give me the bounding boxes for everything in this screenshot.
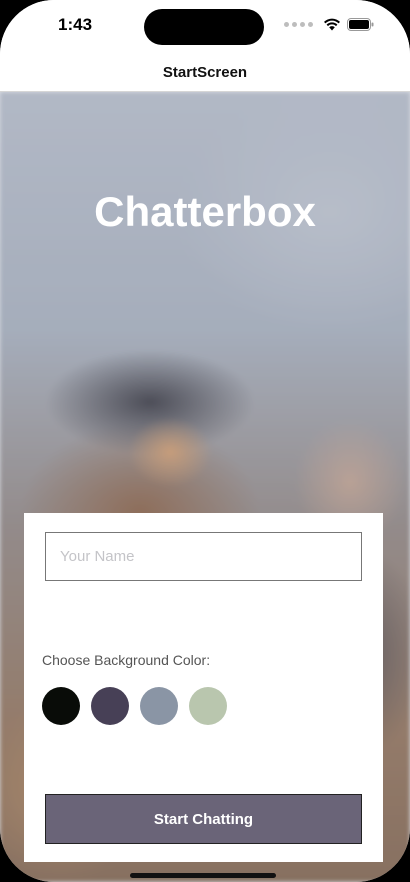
start-form-card: Choose Background Color: Start Chatting [24,513,383,862]
status-bar: 1:43 [0,0,410,54]
navigation-bar: StartScreen [0,54,410,92]
background-image: Chatterbox Choose Background Color: Star… [0,92,410,882]
device-frame: 1:43 StartScreen Chatterbox C [0,0,410,882]
color-swatch-sage-green[interactable] [189,687,227,725]
cellular-signal-icon [284,22,313,27]
name-input[interactable] [45,532,362,581]
nav-title: StartScreen [162,64,248,81]
home-indicator [130,873,276,878]
start-chatting-label: Start Chatting [153,810,254,828]
color-swatch-black[interactable] [42,687,80,725]
status-time: 1:43 [58,15,93,34]
color-swatch-slate-gray[interactable] [140,687,178,725]
status-icons [284,18,374,31]
color-swatch-dark-purple[interactable] [91,687,129,725]
wifi-icon [324,18,340,31]
app-title: Chatterbox [94,188,316,235]
color-label: Choose Background Color: [42,652,211,668]
start-chatting-button[interactable]: Start Chatting [45,794,362,844]
dynamic-island [144,9,264,45]
color-swatches [42,687,227,725]
battery-icon [347,18,374,31]
